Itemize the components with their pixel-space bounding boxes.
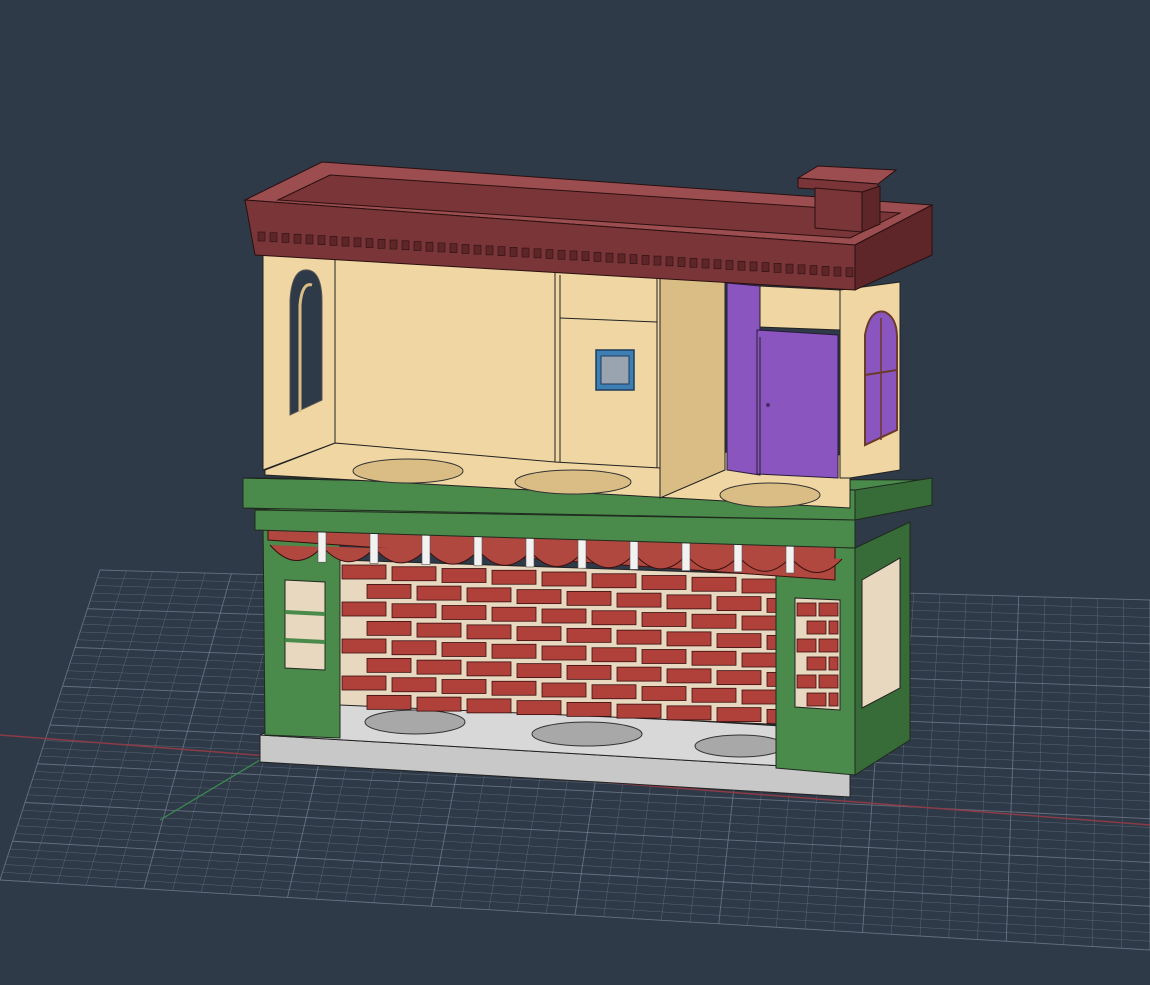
door-header [759, 285, 841, 331]
right-side-window [861, 557, 901, 709]
left-arched-window [289, 269, 323, 416]
chimney-side [861, 185, 881, 233]
upper-hole-2 [514, 469, 632, 495]
base-hole-2 [531, 721, 643, 747]
chimney-body [814, 187, 863, 233]
left-pillar-window [284, 579, 326, 671]
upper-hole-1 [352, 458, 464, 484]
cad-viewport[interactable] [0, 0, 1150, 985]
building-model[interactable] [242, 161, 934, 798]
base-hole-3 [694, 734, 786, 758]
base-hole-1 [364, 709, 466, 735]
partition-wall [659, 273, 726, 499]
upper-hole-3 [719, 482, 821, 508]
door-frame [726, 282, 761, 476]
upper-back-wall [334, 254, 556, 463]
door-knob [766, 403, 770, 407]
3d-scene[interactable] [0, 0, 1150, 985]
